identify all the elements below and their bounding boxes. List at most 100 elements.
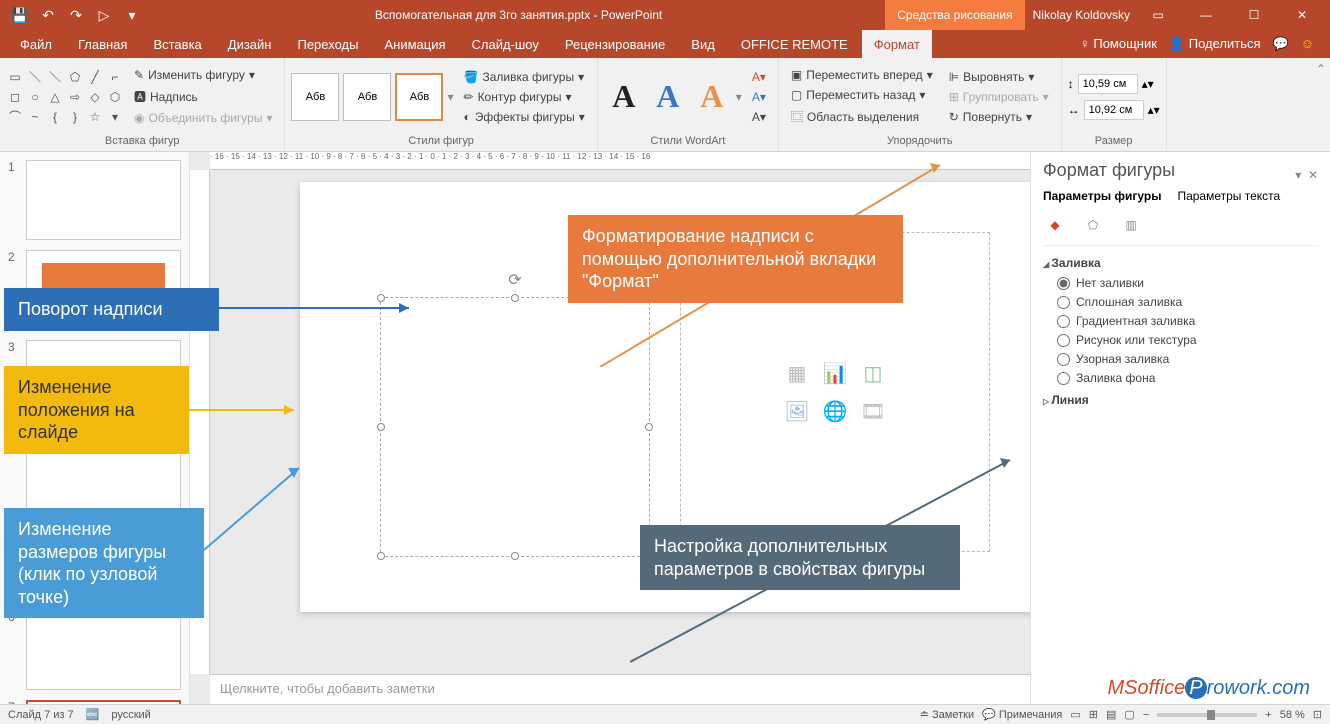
notes-pane[interactable]: Щелкните, чтобы добавить заметки bbox=[210, 674, 1030, 704]
shape-style-1[interactable]: Абв bbox=[291, 73, 339, 121]
width-icon: ↔ bbox=[1068, 103, 1080, 117]
selection-pane-button[interactable]: ⿴ Область выделения bbox=[785, 106, 939, 127]
slide-counter[interactable]: Слайд 7 из 7 bbox=[8, 709, 74, 721]
comments-icon[interactable]: 💬 bbox=[1273, 36, 1289, 52]
size-props-icon[interactable]: ▥ bbox=[1119, 213, 1143, 237]
smartart-icon[interactable]: ◫ bbox=[857, 357, 889, 389]
tab-file[interactable]: Файл bbox=[8, 30, 64, 58]
wordart-3[interactable]: А bbox=[692, 77, 732, 117]
tab-design[interactable]: Дизайн bbox=[216, 30, 284, 58]
redo-icon[interactable]: ↷ bbox=[64, 3, 88, 27]
radio-slide-bg-fill[interactable]: Заливка фона bbox=[1057, 371, 1318, 385]
fill-section-header[interactable]: Заливка bbox=[1043, 256, 1318, 270]
text-options-tab[interactable]: Параметры текста bbox=[1177, 189, 1280, 203]
group-insert-shapes: Вставка фигур bbox=[6, 133, 278, 149]
radio-no-fill[interactable]: Нет заливки bbox=[1057, 276, 1318, 290]
start-icon[interactable]: ▷ bbox=[92, 3, 116, 27]
undo-icon[interactable]: ↶ bbox=[36, 3, 60, 27]
styles-more-icon[interactable]: ▾ bbox=[447, 90, 453, 104]
chart-icon[interactable]: 📊 bbox=[819, 357, 851, 389]
callout-position: Изменение положения на слайде bbox=[4, 366, 189, 454]
fit-slide-icon[interactable]: ⊡ bbox=[1313, 708, 1322, 721]
maximize-icon[interactable]: ☐ bbox=[1234, 0, 1274, 30]
pane-close-icon[interactable]: ✕ bbox=[1308, 168, 1318, 182]
thumbnail-7[interactable] bbox=[26, 700, 181, 704]
ribbon: ▭＼＼⬠╱⌐ ◻○△⇨◇⬡ ⌒~{}☆▾ ✎ Изменить фигуру ▾… bbox=[0, 58, 1330, 152]
zoom-in-icon[interactable]: + bbox=[1265, 709, 1271, 721]
zoom-level[interactable]: 58 % bbox=[1280, 709, 1305, 721]
line-section-header[interactable]: Линия bbox=[1043, 393, 1318, 407]
close-icon[interactable]: ✕ bbox=[1282, 0, 1322, 30]
pane-menu-icon[interactable]: ▾ bbox=[1295, 168, 1301, 182]
reading-view-icon[interactable]: ▤ bbox=[1106, 708, 1116, 721]
qat-more-icon[interactable]: ▾ bbox=[120, 3, 144, 27]
text-fill-button[interactable]: A▾ bbox=[746, 68, 772, 86]
shape-outline-button[interactable]: ✏ Контур фигуры ▾ bbox=[458, 88, 591, 106]
shape-effects-button[interactable]: ◐ Эффекты фигуры ▾ bbox=[458, 108, 591, 126]
thumbnail-1[interactable] bbox=[26, 160, 181, 240]
shape-options-tab[interactable]: Параметры фигуры bbox=[1043, 189, 1161, 203]
effects-icon[interactable]: ⬠ bbox=[1081, 213, 1105, 237]
tab-format[interactable]: Формат bbox=[862, 30, 932, 58]
textbox-button[interactable]: 🅰 Надпись bbox=[128, 86, 278, 107]
width-input[interactable] bbox=[1084, 100, 1144, 120]
callout-resize: Изменение размеров фигуры (клик по узлов… bbox=[4, 508, 204, 618]
pane-title: Формат фигуры bbox=[1043, 160, 1175, 181]
callout-format-tab: Форматирование надписи с помощью дополни… bbox=[568, 215, 903, 303]
radio-solid-fill[interactable]: Сплошная заливка bbox=[1057, 295, 1318, 309]
thumbnail-6[interactable] bbox=[26, 610, 181, 690]
normal-view-icon[interactable]: ▭ bbox=[1070, 708, 1080, 721]
zoom-slider[interactable] bbox=[1157, 713, 1257, 717]
radio-picture-fill[interactable]: Рисунок или текстура bbox=[1057, 333, 1318, 347]
smiley-icon[interactable]: ☺ bbox=[1301, 36, 1314, 52]
bring-forward-button[interactable]: ▣ Переместить вперед ▾ bbox=[785, 66, 939, 84]
shape-fill-button[interactable]: 🪣 Заливка фигуры ▾ bbox=[458, 68, 591, 86]
tab-transitions[interactable]: Переходы bbox=[285, 30, 370, 58]
wordart-more-icon[interactable]: ▾ bbox=[736, 90, 742, 104]
tell-me[interactable]: ♀ Помощник bbox=[1080, 36, 1157, 52]
tab-animations[interactable]: Анимация bbox=[372, 30, 457, 58]
online-pic-icon[interactable]: 🌐 bbox=[819, 395, 851, 427]
tab-insert[interactable]: Вставка bbox=[141, 30, 213, 58]
language-indicator[interactable]: русский bbox=[111, 709, 150, 721]
minimize-icon[interactable]: — bbox=[1186, 0, 1226, 30]
notes-button[interactable]: ≐ Заметки bbox=[920, 708, 974, 721]
fill-line-icon[interactable]: ◆ bbox=[1043, 213, 1067, 237]
rotate-button[interactable]: ↻ Повернуть ▾ bbox=[943, 108, 1055, 126]
user-name[interactable]: Nikolay Koldovsky bbox=[1033, 8, 1130, 22]
shape-style-2[interactable]: Абв bbox=[343, 73, 391, 121]
zoom-out-icon[interactable]: − bbox=[1143, 709, 1149, 721]
sorter-view-icon[interactable]: ⊞ bbox=[1089, 708, 1098, 721]
collapse-ribbon-icon[interactable]: ⌃ bbox=[1312, 58, 1330, 151]
tab-review[interactable]: Рецензирование bbox=[553, 30, 677, 58]
text-effects-button[interactable]: A▾ bbox=[746, 108, 772, 126]
share-button[interactable]: 👤 Поделиться bbox=[1169, 36, 1261, 52]
radio-pattern-fill[interactable]: Узорная заливка bbox=[1057, 352, 1318, 366]
send-backward-button[interactable]: ▢ Переместить назад ▾ bbox=[785, 86, 939, 104]
align-button[interactable]: ⊫ Выровнять ▾ bbox=[943, 68, 1055, 86]
text-outline-button[interactable]: A▾ bbox=[746, 88, 772, 106]
tab-view[interactable]: Вид bbox=[679, 30, 727, 58]
ribbon-display-icon[interactable]: ▭ bbox=[1138, 0, 1178, 30]
wordart-1[interactable]: А bbox=[604, 77, 644, 117]
picture-icon[interactable]: 🖼 bbox=[781, 395, 813, 427]
height-input[interactable] bbox=[1078, 74, 1138, 94]
spellcheck-icon[interactable]: 🔤 bbox=[86, 708, 100, 721]
slideshow-view-icon[interactable]: ▢ bbox=[1124, 708, 1134, 721]
tab-slideshow[interactable]: Слайд-шоу bbox=[460, 30, 551, 58]
edit-shape-button[interactable]: ✎ Изменить фигуру ▾ bbox=[128, 66, 278, 84]
tab-home[interactable]: Главная bbox=[66, 30, 139, 58]
ribbon-tabs: Файл Главная Вставка Дизайн Переходы Ани… bbox=[0, 30, 1330, 58]
video-icon[interactable]: 🎞 bbox=[857, 395, 889, 427]
tab-office-remote[interactable]: OFFICE REMOTE bbox=[729, 30, 860, 58]
selected-textbox[interactable]: ⟳ bbox=[380, 297, 650, 557]
shape-style-3[interactable]: Абв bbox=[395, 73, 443, 121]
radio-gradient-fill[interactable]: Градиентная заливка bbox=[1057, 314, 1318, 328]
table-icon[interactable]: ▦ bbox=[781, 357, 813, 389]
wordart-2[interactable]: А bbox=[648, 77, 688, 117]
comments-button[interactable]: 💬 Примечания bbox=[982, 708, 1062, 721]
save-icon[interactable]: 💾 bbox=[8, 3, 32, 27]
rotation-handle-icon[interactable]: ⟳ bbox=[508, 270, 521, 290]
shapes-gallery[interactable]: ▭＼＼⬠╱⌐ ◻○△⇨◇⬡ ⌒~{}☆▾ bbox=[6, 68, 124, 126]
drawing-tools-tab[interactable]: Средства рисования bbox=[885, 0, 1024, 30]
